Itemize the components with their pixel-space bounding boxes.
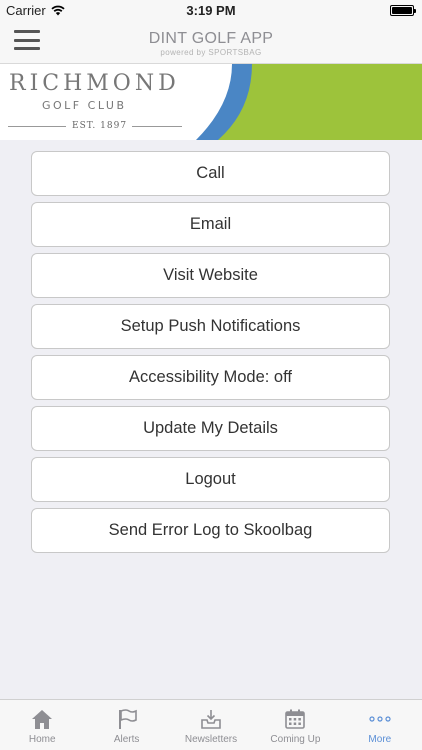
divider <box>8 126 66 127</box>
status-bar: Carrier 3:19 PM <box>0 0 422 22</box>
home-icon <box>32 710 53 729</box>
battery-icon <box>390 5 416 16</box>
status-time: 3:19 PM <box>186 3 236 18</box>
inbox-icon <box>201 710 221 729</box>
tab-coming-up[interactable]: Coming Up <box>253 700 337 750</box>
tab-label: Newsletters <box>184 734 238 745</box>
app-title: DINT GOLF APP <box>148 30 274 47</box>
nav-bar: DINT GOLF APP powered by SPORTSBAG <box>0 22 422 64</box>
club-banner: RICHMOND GOLF CLUB EST. 1897 <box>0 64 422 140</box>
calendar-icon <box>285 709 306 729</box>
tab-newsletters[interactable]: Newsletters <box>169 700 253 750</box>
email-button[interactable]: Email <box>31 202 390 247</box>
tab-label: Home <box>28 734 56 745</box>
club-name: RICHMOND <box>9 71 180 96</box>
tab-bar: Home Alerts Newsletters Coming Up More <box>0 699 422 750</box>
call-button[interactable]: Call <box>31 151 390 196</box>
setup-push-notifications-button[interactable]: Setup Push Notifications <box>31 304 390 349</box>
visit-website-button[interactable]: Visit Website <box>31 253 390 298</box>
tab-more[interactable]: More <box>338 700 422 750</box>
club-established: EST. 1897 <box>72 121 128 131</box>
tab-label: More <box>368 734 392 745</box>
more-icon <box>369 716 391 722</box>
divider <box>132 126 182 127</box>
flag-icon <box>118 709 137 729</box>
club-subtitle: GOLF CLUB <box>42 99 127 112</box>
tab-home[interactable]: Home <box>0 700 84 750</box>
send-error-log-button[interactable]: Send Error Log to Skoolbag <box>31 508 390 553</box>
app-subtitle: powered by SPORTSBAG <box>160 48 262 57</box>
more-menu-list: Call Email Visit Website Setup Push Noti… <box>31 151 390 559</box>
logout-button[interactable]: Logout <box>31 457 390 502</box>
accessibility-mode-button[interactable]: Accessibility Mode: off <box>31 355 390 400</box>
tab-alerts[interactable]: Alerts <box>84 700 168 750</box>
update-my-details-button[interactable]: Update My Details <box>31 406 390 451</box>
tab-label: Coming Up <box>270 734 321 745</box>
tab-label: Alerts <box>113 734 140 745</box>
